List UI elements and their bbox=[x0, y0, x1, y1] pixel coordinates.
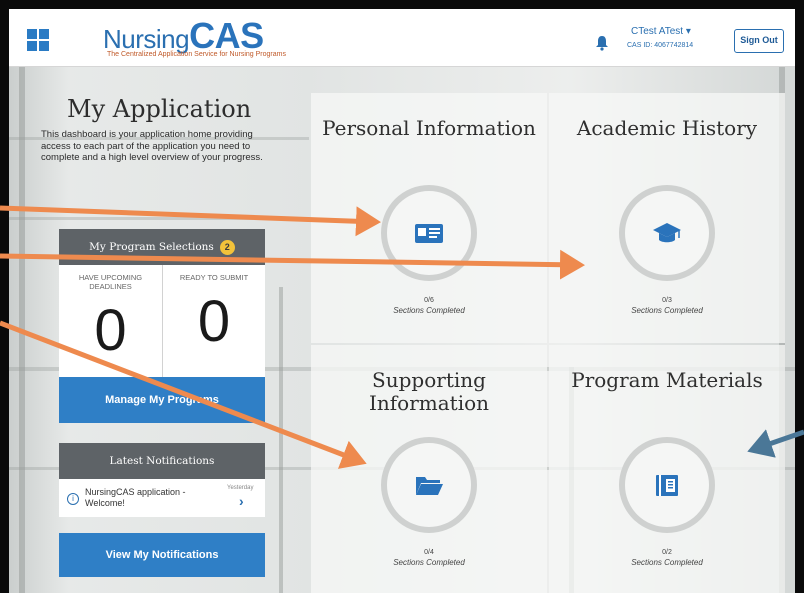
logo-suffix: CAS bbox=[189, 15, 264, 56]
card-personal-information[interactable]: Personal Information 0/6 Sections Comple… bbox=[311, 93, 547, 343]
chevron-right-icon: › bbox=[239, 493, 244, 509]
upcoming-deadlines-stat[interactable]: HAVE UPCOMING DEADLINES 0 bbox=[59, 265, 162, 377]
app-frame: NursingCAS The Centralized Application S… bbox=[9, 9, 795, 593]
sections-label: Sections Completed bbox=[393, 558, 465, 567]
card-title: Academic History bbox=[576, 116, 758, 140]
sections-count: 0/4 bbox=[424, 549, 434, 556]
upcoming-count: 0 bbox=[94, 298, 127, 363]
card-title: Personal Information bbox=[322, 116, 536, 140]
sections-count: 0/3 bbox=[662, 297, 672, 304]
program-counts: HAVE UPCOMING DEADLINES 0 READY TO SUBMI… bbox=[59, 265, 265, 377]
book-icon bbox=[656, 475, 678, 496]
logo-tagline: The Centralized Application Service for … bbox=[107, 51, 286, 58]
grid-menu-icon[interactable] bbox=[27, 29, 49, 51]
notification-time: Yesterday bbox=[227, 485, 254, 491]
ready-to-submit-stat[interactable]: READY TO SUBMIT 0 bbox=[162, 265, 265, 377]
sections-label: Sections Completed bbox=[393, 306, 465, 315]
card-title: Program Materials bbox=[571, 368, 763, 392]
id-card-icon bbox=[415, 224, 443, 243]
info-icon: i bbox=[67, 493, 79, 505]
card-title: Supporting Information bbox=[368, 368, 490, 415]
progress-ring bbox=[619, 185, 715, 281]
card-program-materials[interactable]: Program Materials 0/2 Sections Completed bbox=[549, 345, 785, 593]
program-count-badge: 2 bbox=[219, 240, 235, 255]
user-menu[interactable]: CTest ATest ▾ bbox=[631, 26, 691, 37]
progress-ring bbox=[381, 185, 477, 281]
latest-notifications-header: Latest Notifications bbox=[59, 443, 265, 479]
sign-out-button[interactable]: Sign Out bbox=[734, 29, 784, 53]
progress-ring bbox=[381, 437, 477, 533]
view-notifications-button[interactable]: View My Notifications bbox=[59, 533, 265, 577]
program-selections-header: My Program Selections 2 bbox=[59, 229, 265, 265]
card-supporting-information[interactable]: Supporting Information 0/4 Sections Comp… bbox=[311, 345, 547, 593]
progress-ring bbox=[619, 437, 715, 533]
top-header: NursingCAS The Centralized Application S… bbox=[9, 9, 795, 67]
page-title: My Application bbox=[67, 95, 252, 123]
sections-label: Sections Completed bbox=[631, 558, 703, 567]
folder-icon bbox=[416, 477, 443, 495]
card-academic-history[interactable]: Academic History 0/3 Sections Completed bbox=[549, 93, 785, 343]
logo-prefix: Nursing bbox=[103, 24, 190, 54]
notification-item[interactable]: i NursingCAS application - Welcome! Yest… bbox=[59, 479, 265, 517]
ready-label: READY TO SUBMIT bbox=[179, 273, 249, 282]
ready-count: 0 bbox=[197, 289, 231, 354]
manage-programs-button[interactable]: Manage My Programs bbox=[59, 377, 265, 423]
cas-id: CAS ID: 4067742814 bbox=[627, 42, 694, 49]
upcoming-label: HAVE UPCOMING DEADLINES bbox=[78, 273, 143, 291]
graduation-cap-icon bbox=[653, 223, 681, 243]
program-selections-heading: My Program Selections bbox=[89, 241, 214, 253]
sections-label: Sections Completed bbox=[631, 306, 703, 315]
sections-count: 0/6 bbox=[424, 297, 434, 304]
page-description: This dashboard is your application home … bbox=[41, 129, 263, 163]
latest-notifications-heading: Latest Notifications bbox=[109, 455, 215, 467]
notification-text: NursingCAS application - Welcome! bbox=[85, 487, 186, 508]
notification-bell-icon[interactable] bbox=[594, 35, 610, 51]
sections-count: 0/2 bbox=[662, 549, 672, 556]
